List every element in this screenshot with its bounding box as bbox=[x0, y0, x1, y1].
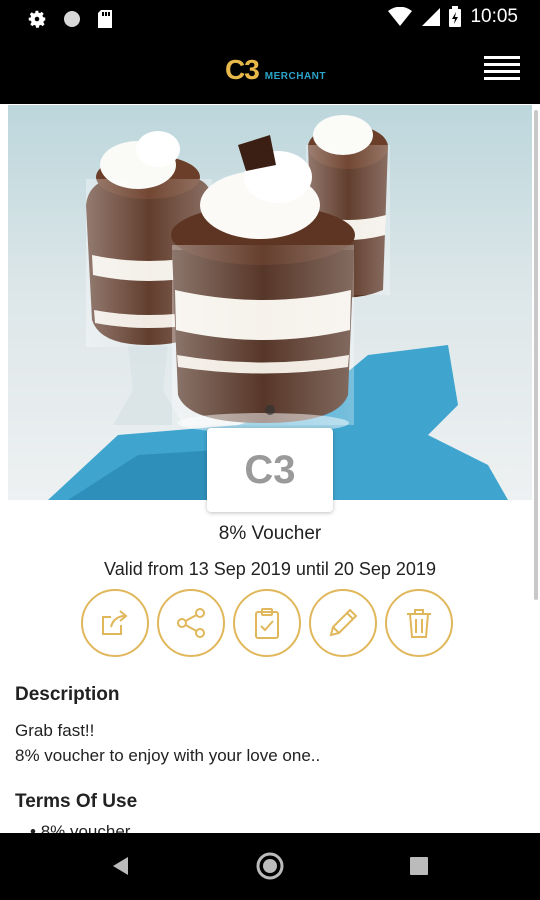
share-button[interactable] bbox=[157, 589, 225, 657]
logo-sub: MERCHANT bbox=[264, 71, 327, 82]
clipboard-check-icon bbox=[255, 608, 279, 639]
hamburger-menu-icon[interactable] bbox=[484, 56, 520, 84]
open-external-button[interactable] bbox=[81, 589, 149, 657]
trash-icon bbox=[407, 609, 431, 638]
navigation-bar bbox=[0, 833, 540, 900]
description-line-1: Grab fast!! bbox=[15, 721, 95, 740]
clock: 10:05 bbox=[470, 6, 518, 27]
gear-icon bbox=[28, 10, 46, 28]
home-icon[interactable] bbox=[256, 852, 284, 880]
badge-text: C3 bbox=[244, 447, 296, 492]
signal-icon bbox=[422, 8, 441, 26]
back-icon[interactable] bbox=[110, 855, 132, 877]
battery-charging-icon bbox=[449, 6, 462, 27]
sd-card-icon bbox=[98, 10, 112, 28]
external-share-icon bbox=[102, 610, 128, 635]
wifi-icon bbox=[388, 7, 413, 26]
description-heading: Description bbox=[15, 684, 120, 705]
status-bar: 10:05 bbox=[0, 0, 540, 36]
share-icon bbox=[177, 608, 205, 638]
delete-button[interactable] bbox=[385, 589, 453, 657]
voucher-title: 8% Voucher bbox=[218, 523, 322, 544]
app-logo: C3 MERCHANT bbox=[225, 54, 326, 86]
voucher-validity: Valid from 13 Sep 2019 until 20 Sep 2019 bbox=[104, 559, 436, 579]
merchant-logo-badge: C3 bbox=[207, 428, 333, 512]
pencil-icon bbox=[329, 608, 358, 637]
description-line-2: 8% voucher to enjoy with your love one.. bbox=[15, 746, 321, 765]
terms-heading: Terms Of Use bbox=[15, 791, 138, 812]
action-buttons bbox=[81, 589, 453, 657]
circle-icon bbox=[64, 11, 80, 27]
edit-button[interactable] bbox=[309, 589, 377, 657]
app-bar: C3 MERCHANT bbox=[0, 36, 540, 104]
clipboard-button[interactable] bbox=[233, 589, 301, 657]
recents-icon[interactable] bbox=[410, 857, 428, 875]
logo-main: C3 bbox=[225, 54, 260, 85]
